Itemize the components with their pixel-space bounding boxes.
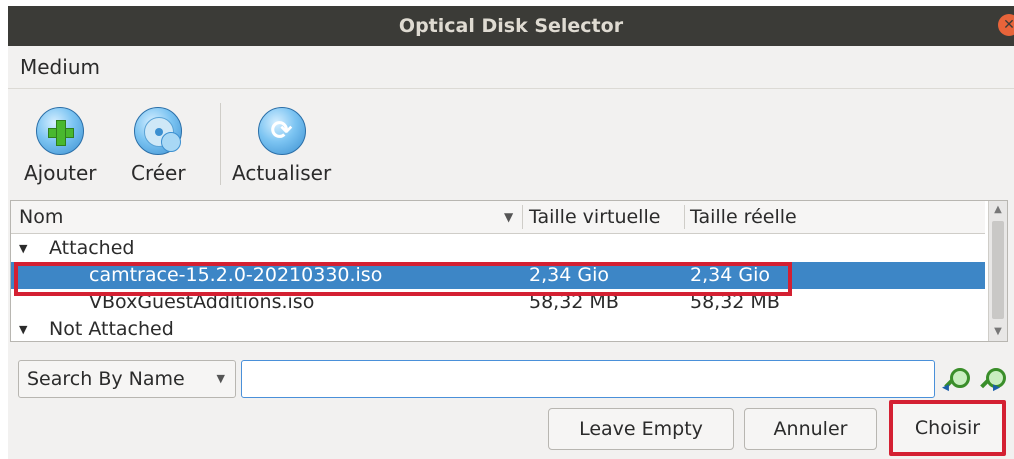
- row-virtual-size: 2,34 Gio: [529, 264, 609, 286]
- close-window-button[interactable]: ✕: [998, 14, 1014, 36]
- table-header: Nom ▼ Taille virtuelle Taille réelle: [11, 201, 985, 234]
- row-actual-size: 58,32 MB: [690, 291, 780, 313]
- chevron-down-icon: ▼: [216, 372, 225, 385]
- search-mode-select[interactable]: Search By Name ▼: [18, 360, 236, 398]
- sort-down-icon: ▼: [504, 210, 514, 224]
- refresh-button[interactable]: ⟳ Actualiser: [232, 107, 331, 185]
- row-actual-size: 2,34 Gio: [690, 264, 770, 286]
- create-button[interactable]: Créer: [131, 107, 186, 185]
- menu-bar: Medium: [8, 46, 1014, 89]
- scroll-thumb[interactable]: [992, 221, 1004, 319]
- scroll-up-icon[interactable]: ▲: [989, 201, 1007, 219]
- add-disk-icon: [36, 107, 85, 155]
- row-name: camtrace-15.2.0-20210330.iso: [89, 264, 383, 286]
- column-header-name[interactable]: Nom: [19, 201, 519, 233]
- chevron-down-icon[interactable]: ▼: [19, 235, 27, 262]
- add-button[interactable]: Ajouter: [24, 107, 97, 185]
- column-header-actual-size[interactable]: Taille réelle: [690, 201, 797, 233]
- title-bar[interactable]: Optical Disk Selector ✕: [8, 6, 1014, 46]
- table-row[interactable]: VBoxGuestAdditions.iso 58,32 MB 58,32 MB: [11, 289, 985, 316]
- chevron-down-icon[interactable]: ▼: [19, 316, 27, 343]
- column-separator: [522, 205, 523, 229]
- choose-button[interactable]: Choisir: [889, 400, 1006, 456]
- search-mode-label: Search By Name: [27, 368, 185, 390]
- table-row[interactable]: camtrace-15.2.0-20210330.iso 2,34 Gio 2,…: [11, 262, 985, 289]
- toolbar-separator: [220, 103, 221, 185]
- close-icon: ✕: [1003, 17, 1014, 33]
- create-label: Créer: [131, 161, 186, 185]
- row-name: VBoxGuestAdditions.iso: [89, 291, 315, 313]
- scroll-down-icon[interactable]: ▼: [989, 323, 1007, 341]
- add-label: Ajouter: [24, 161, 97, 185]
- medium-table: Nom ▼ Taille virtuelle Taille réelle ▼ A…: [10, 200, 1008, 342]
- group-row-attached[interactable]: ▼ Attached: [11, 235, 985, 262]
- search-previous-button[interactable]: ◀: [941, 365, 970, 393]
- cancel-button[interactable]: Annuler: [744, 408, 877, 450]
- refresh-icon: ⟳: [257, 107, 306, 155]
- group-label: Attached: [49, 237, 135, 259]
- group-label: Not Attached: [49, 318, 174, 340]
- vertical-scrollbar[interactable]: ▲ ▼: [988, 201, 1007, 341]
- menu-medium[interactable]: Medium: [20, 55, 100, 79]
- column-separator: [684, 205, 685, 229]
- search-input[interactable]: [241, 360, 935, 398]
- column-header-virtual-size[interactable]: Taille virtuelle: [529, 201, 660, 233]
- group-row-not-attached[interactable]: ▼ Not Attached: [11, 316, 985, 343]
- toolbar: Ajouter Créer ⟳ Actualiser: [8, 89, 1014, 204]
- search-next-button[interactable]: ▶: [977, 365, 1006, 393]
- refresh-label: Actualiser: [232, 161, 332, 185]
- window-title: Optical Disk Selector: [398, 15, 624, 37]
- row-virtual-size: 58,32 MB: [529, 291, 619, 313]
- leave-empty-button[interactable]: Leave Empty: [548, 408, 734, 450]
- create-disk-icon: [134, 107, 183, 155]
